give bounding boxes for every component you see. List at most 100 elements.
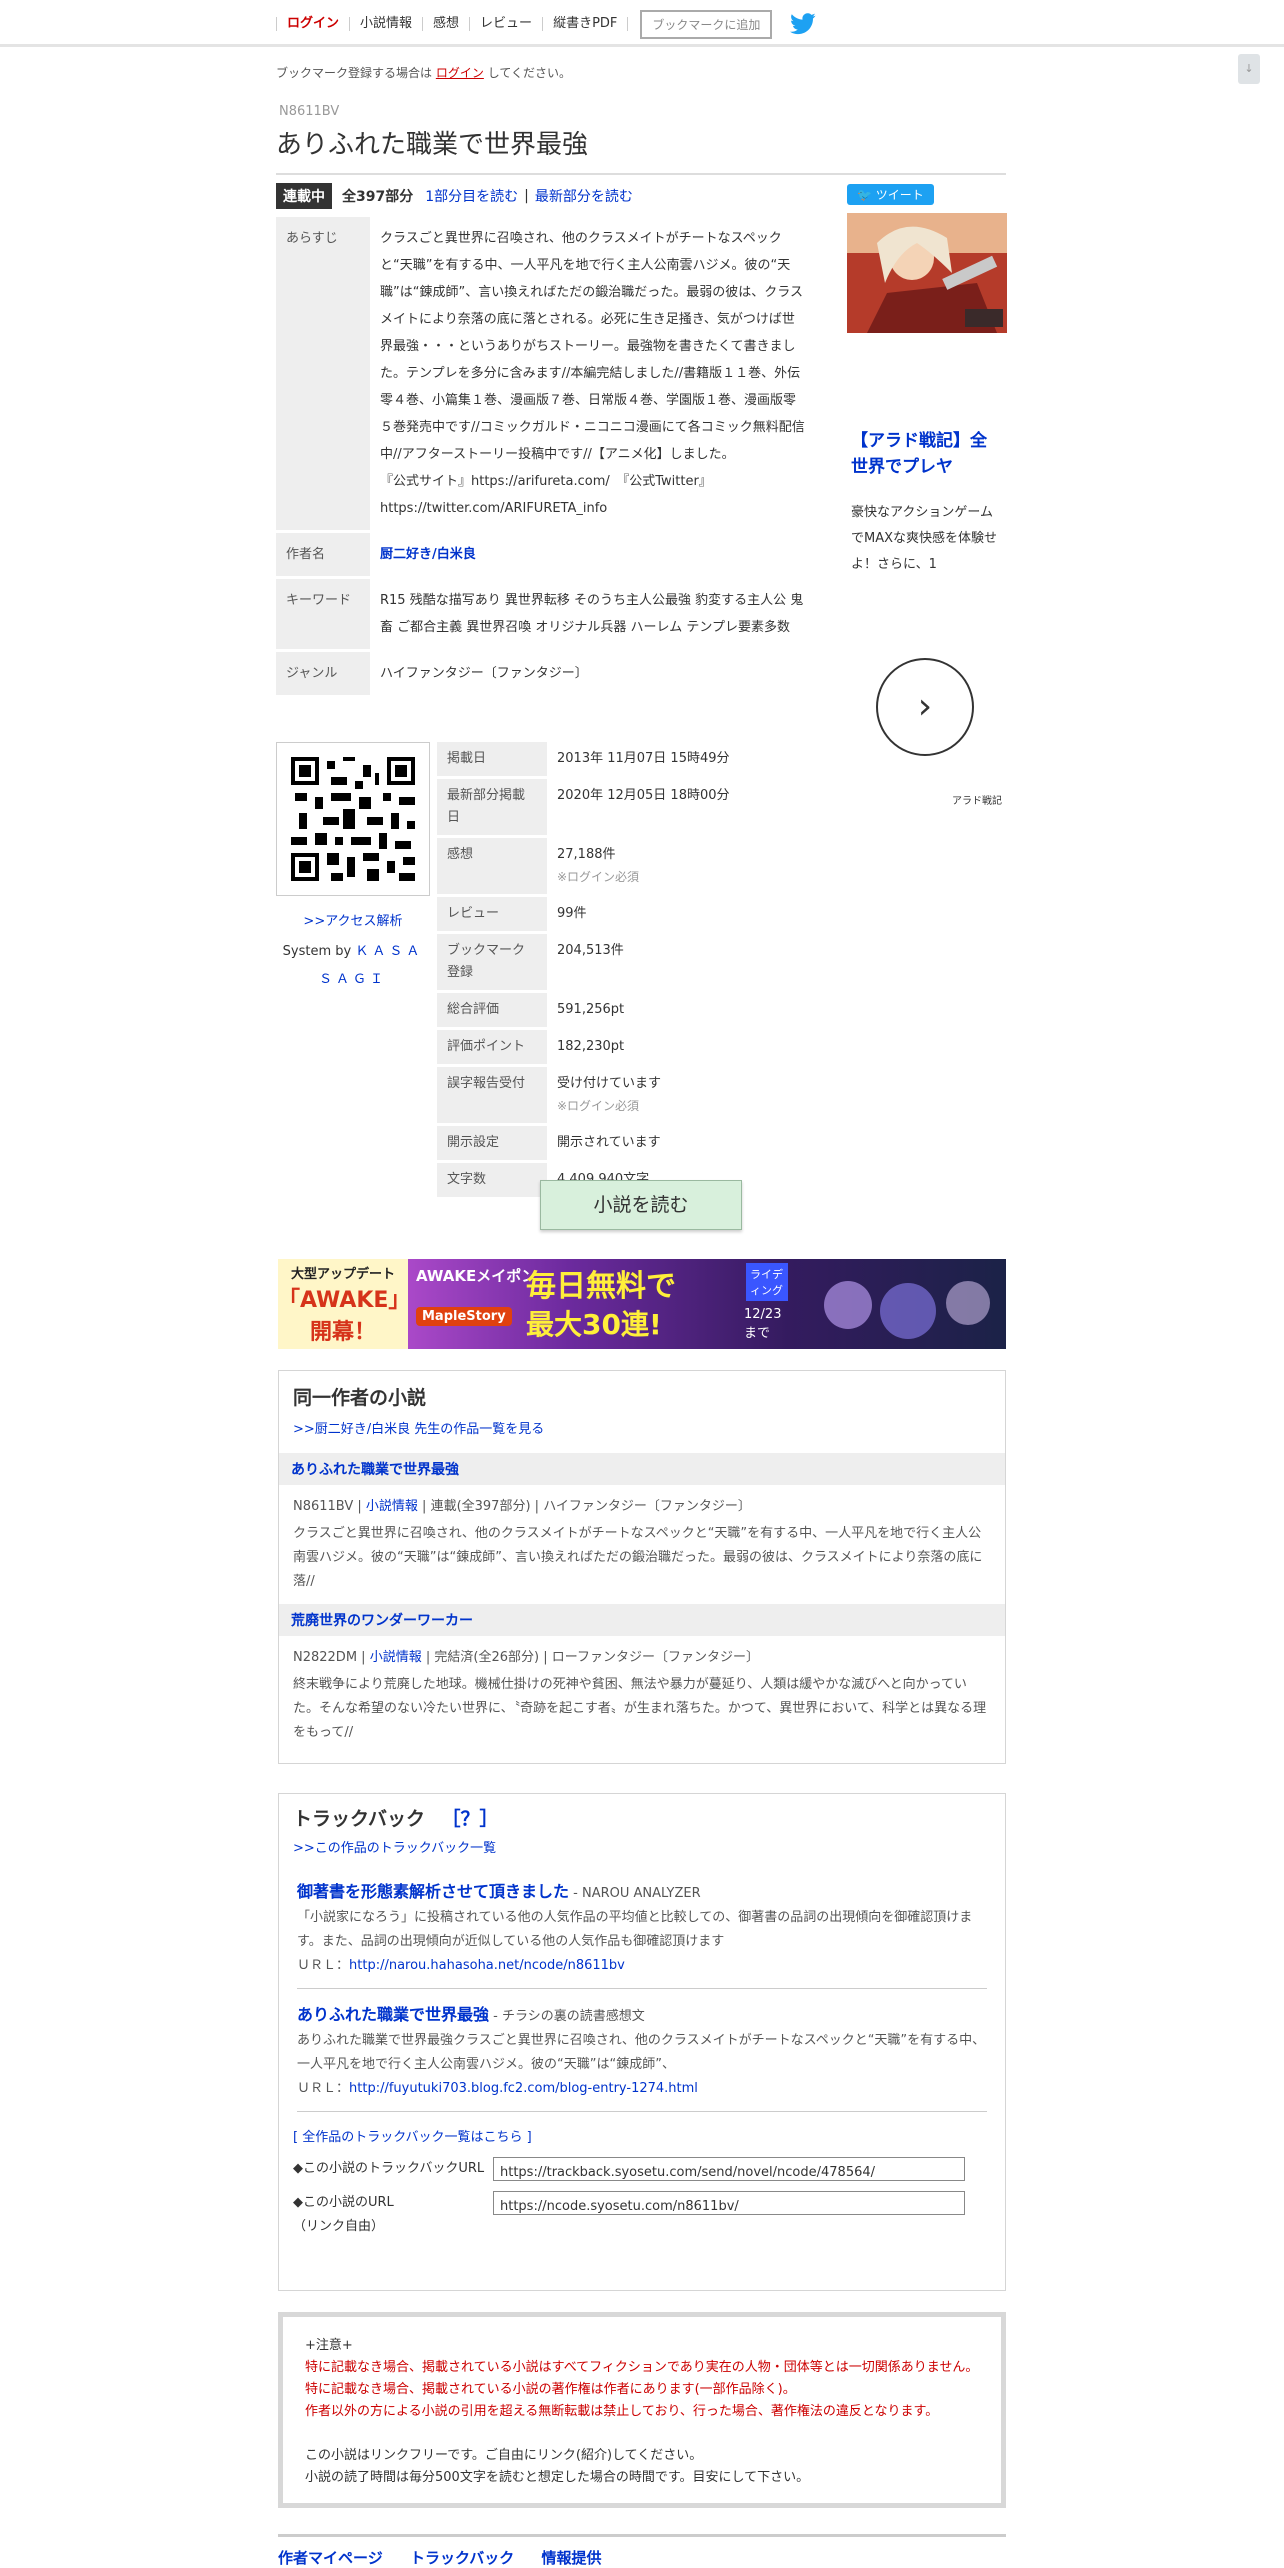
page-title: ありふれた職業で世界最強 bbox=[276, 124, 1006, 175]
banner-date: 12/23まで bbox=[744, 1307, 782, 1341]
trackback-item-title[interactable]: 御著書を形態素解析させて頂きました bbox=[297, 1882, 569, 1901]
nav-impressions[interactable]: 感想 bbox=[423, 17, 471, 31]
chevron-right-icon: › bbox=[917, 686, 933, 727]
trackback-item-title[interactable]: ありふれた職業で世界最強 bbox=[297, 2005, 489, 2024]
stat-row: 総合評価 591,256pt bbox=[437, 991, 817, 1030]
banner-headline: 毎日無料で bbox=[526, 1269, 676, 1304]
ad-next-button[interactable]: › bbox=[876, 658, 974, 756]
trackback-url-link[interactable]: http://narou.hahasoha.net/ncode/n8611bv bbox=[349, 1958, 625, 1973]
synopsis-label: あらすじ bbox=[276, 217, 370, 533]
trackback-url-field[interactable]: https://trackback.syosetu.com/send/novel… bbox=[493, 2157, 965, 2181]
stat-label: 総合評価 bbox=[437, 991, 547, 1030]
nav-menu: ログイン 小説情報 感想 レビュー 縦書きPDF ブックマークに追加 bbox=[276, 9, 816, 39]
stat-value: 591,256pt bbox=[547, 991, 817, 1030]
stat-row: 掲載日 2013年 11月07日 15時49分 bbox=[437, 742, 817, 779]
stat-label: 評価ポイント bbox=[437, 1028, 547, 1067]
scroll-button[interactable]: ↓ bbox=[1238, 54, 1260, 84]
stat-label: 掲載日 bbox=[437, 742, 547, 779]
nav-vertical-pdf[interactable]: 縦書きPDF bbox=[543, 17, 629, 31]
read-first-link[interactable]: 1部分目を読む bbox=[425, 186, 518, 206]
work-info-link[interactable]: 小説情報 bbox=[370, 1650, 422, 1665]
caution-line: 特に記載なき場合、掲載されている小説の著作権は作者にあります(一部作品除く)。 bbox=[305, 2382, 796, 2397]
work-meta: N8611BV | 小説情報 | 連載(全397部分) | ハイファンタジー〔フ… bbox=[293, 1499, 751, 1514]
stat-value: 27,188件 bbox=[557, 847, 616, 862]
access-analysis-link[interactable]: >>アクセス解析 bbox=[303, 914, 402, 929]
trackback-item-desc: ありふれた職業で世界最強クラスごと異世界に召喚され、他のクラスメイトがチートなス… bbox=[297, 2033, 986, 2072]
work-description: 終末戦争により荒廃した地球。機械仕掛けの死神や貧困、無法や暴力が蔓延り、人類は緩… bbox=[293, 1677, 987, 1740]
maplestory-logo: MapleStory bbox=[416, 1307, 512, 1326]
stat-row: ブックマーク登録 204,513件 bbox=[437, 932, 817, 993]
episode-count: 全397部分 bbox=[342, 189, 414, 205]
trackback-url-link[interactable]: http://fuyutuki703.blog.fc2.com/blog-ent… bbox=[349, 2081, 698, 2096]
stat-value: 99件 bbox=[547, 895, 817, 934]
novel-url-labels: ◆この小説のURL （リンク自由） bbox=[293, 2191, 493, 2239]
banner-left: 大型アップデート 「AWAKE」 開幕！ bbox=[278, 1259, 410, 1349]
synopsis-row: あらすじ クラスごと異世界に召喚され、他のクラスメイトがチートなスペックと“天職… bbox=[276, 217, 816, 533]
stat-label: 文字数 bbox=[437, 1161, 547, 1200]
ad-title-link[interactable]: 【アラド戦記】全世界でプレヤ bbox=[851, 428, 1001, 480]
work-genre: ローファンタジー〔ファンタジー〕 bbox=[551, 1650, 759, 1665]
genre-row: ジャンル ハイファンタジー〔ファンタジー〕 bbox=[276, 650, 816, 698]
nav-reviews[interactable]: レビュー bbox=[470, 17, 544, 31]
ad-source: アラド戦記 bbox=[952, 796, 1002, 807]
trackback-help-link[interactable]: ［？］ bbox=[442, 1808, 499, 1830]
trackback-item: ありふれた職業で世界最強 - チラシの裏の読書感想文 ありふれた職業で世界最強ク… bbox=[297, 2001, 987, 2112]
stat-note: ※ログイン必須 bbox=[557, 870, 640, 884]
qr-code bbox=[276, 742, 430, 896]
nav-novel-info[interactable]: 小説情報 bbox=[350, 17, 424, 31]
stat-row: レビュー 99件 bbox=[437, 895, 817, 934]
novel-url-field[interactable]: https://ncode.syosetu.com/n8611bv/ bbox=[493, 2191, 965, 2215]
trackback-list-link[interactable]: >>この作品のトラックバック一覧 bbox=[293, 1837, 991, 1856]
status-badge: 連載中 bbox=[276, 183, 332, 209]
stat-row: 最新部分掲載日 2020年 12月05日 18時00分 bbox=[437, 777, 817, 838]
notice-login-link[interactable]: ログイン bbox=[436, 66, 484, 80]
footer-author-mypage[interactable]: 作者マイページ bbox=[278, 2549, 383, 2567]
stat-label: 感想 bbox=[437, 836, 547, 897]
banner-mid-line1: AWAKEメイポン bbox=[416, 1267, 537, 1285]
read-latest-link[interactable]: 最新部分を読む bbox=[535, 186, 633, 206]
work-info-link[interactable]: 小説情報 bbox=[366, 1499, 418, 1514]
synopsis-text: クラスごと異世界に召喚され、他のクラスメイトがチートなスペックと“天職”を有する… bbox=[380, 231, 805, 462]
stat-value: 開示されています bbox=[547, 1124, 817, 1163]
stat-note: ※ログイン必須 bbox=[557, 1099, 640, 1113]
tweet-bird-icon: 🐦 bbox=[857, 188, 872, 202]
trackback-item-desc: 「小説家になろう」に投稿されている他の人気作品の平均値と比較しての、御著書の品詞… bbox=[297, 1910, 973, 1949]
work-status: 完結済(全26部分) bbox=[434, 1650, 540, 1665]
add-bookmark-button[interactable]: ブックマークに追加 bbox=[640, 9, 773, 39]
trackback-item-source: - NAROU ANALYZER bbox=[569, 1886, 701, 1901]
stat-row: 開示設定 開示されています bbox=[437, 1124, 817, 1163]
ad-character-image[interactable] bbox=[847, 213, 1007, 333]
ncode: N8611BV bbox=[279, 104, 340, 119]
work-title-link[interactable]: 荒廃世界のワンダーワーカー bbox=[279, 1604, 1005, 1636]
genre-label: ジャンル bbox=[276, 650, 370, 698]
separator: | bbox=[524, 188, 529, 204]
status-row: 連載中 全397部分 1部分目を読む | 最新部分を読む bbox=[276, 183, 633, 209]
read-novel-button[interactable]: 小説を読む bbox=[540, 1180, 742, 1230]
keywords: R15 残酷な描写あり 異世界転移 そのうち主人公最強 豹変する主人公 鬼畜 ご… bbox=[370, 577, 816, 652]
system-credit: System by ＫＡＳＡＳＡＧＩ bbox=[276, 938, 430, 994]
stat-label: 誤字報告受付 bbox=[437, 1065, 547, 1126]
stat-row: 評価ポイント 182,230pt bbox=[437, 1028, 817, 1067]
ad-text: 豪快なアクションゲームでMAXな爽快感を体験せよ！さらに、1 bbox=[851, 505, 998, 572]
trackback-item: 御著書を形態素解析させて頂きました - NAROU ANALYZER 「小説家に… bbox=[297, 1878, 987, 1989]
author-label: 作者名 bbox=[276, 531, 370, 579]
footer-info-provide[interactable]: 情報提供 bbox=[541, 2549, 601, 2567]
work-genre: ハイファンタジー〔ファンタジー〕 bbox=[543, 1499, 751, 1514]
trackback-item-url: ＵＲＬ：http://fuyutuki703.blog.fc2.com/blog… bbox=[297, 2077, 987, 2101]
nav-login[interactable]: ログイン bbox=[276, 17, 351, 31]
stat-label: 最新部分掲載日 bbox=[437, 777, 547, 838]
author-link[interactable]: 厨二好き/白米良 bbox=[380, 547, 476, 562]
login-notice: ブックマーク登録する場合は ログイン してください。 bbox=[276, 64, 571, 81]
tweet-button[interactable]: 🐦 ツイート bbox=[847, 184, 934, 205]
all-trackbacks-link[interactable]: [ 全作品のトラックバック一覧はこちら ] bbox=[293, 2126, 991, 2145]
work-description: クラスごと異世界に召喚され、他のクラスメイトがチートなスペックと“天職”を有する… bbox=[293, 1526, 983, 1589]
banner-left-line1: 大型アップデート bbox=[290, 1267, 395, 1282]
author-works-link[interactable]: >>厨二好き/白米良 先生の作品一覧を見る bbox=[293, 1418, 991, 1437]
notice-suffix: してください。 bbox=[487, 66, 571, 80]
footer-trackback[interactable]: トラックバック bbox=[410, 2549, 514, 2567]
work-title-link[interactable]: ありふれた職業で世界最強 bbox=[279, 1453, 1005, 1485]
stats-table: 掲載日 2013年 11月07日 15時49分 最新部分掲載日 2020年 12月0… bbox=[437, 742, 817, 1200]
trackback-item-source: - チラシの裏の読書感想文 bbox=[489, 2009, 645, 2024]
ad-banner[interactable]: 大型アップデート 「AWAKE」 開幕！ AWAKEメイポン 毎日無料で 最大3… bbox=[278, 1259, 1006, 1349]
twitter-bird-icon[interactable] bbox=[790, 13, 816, 35]
